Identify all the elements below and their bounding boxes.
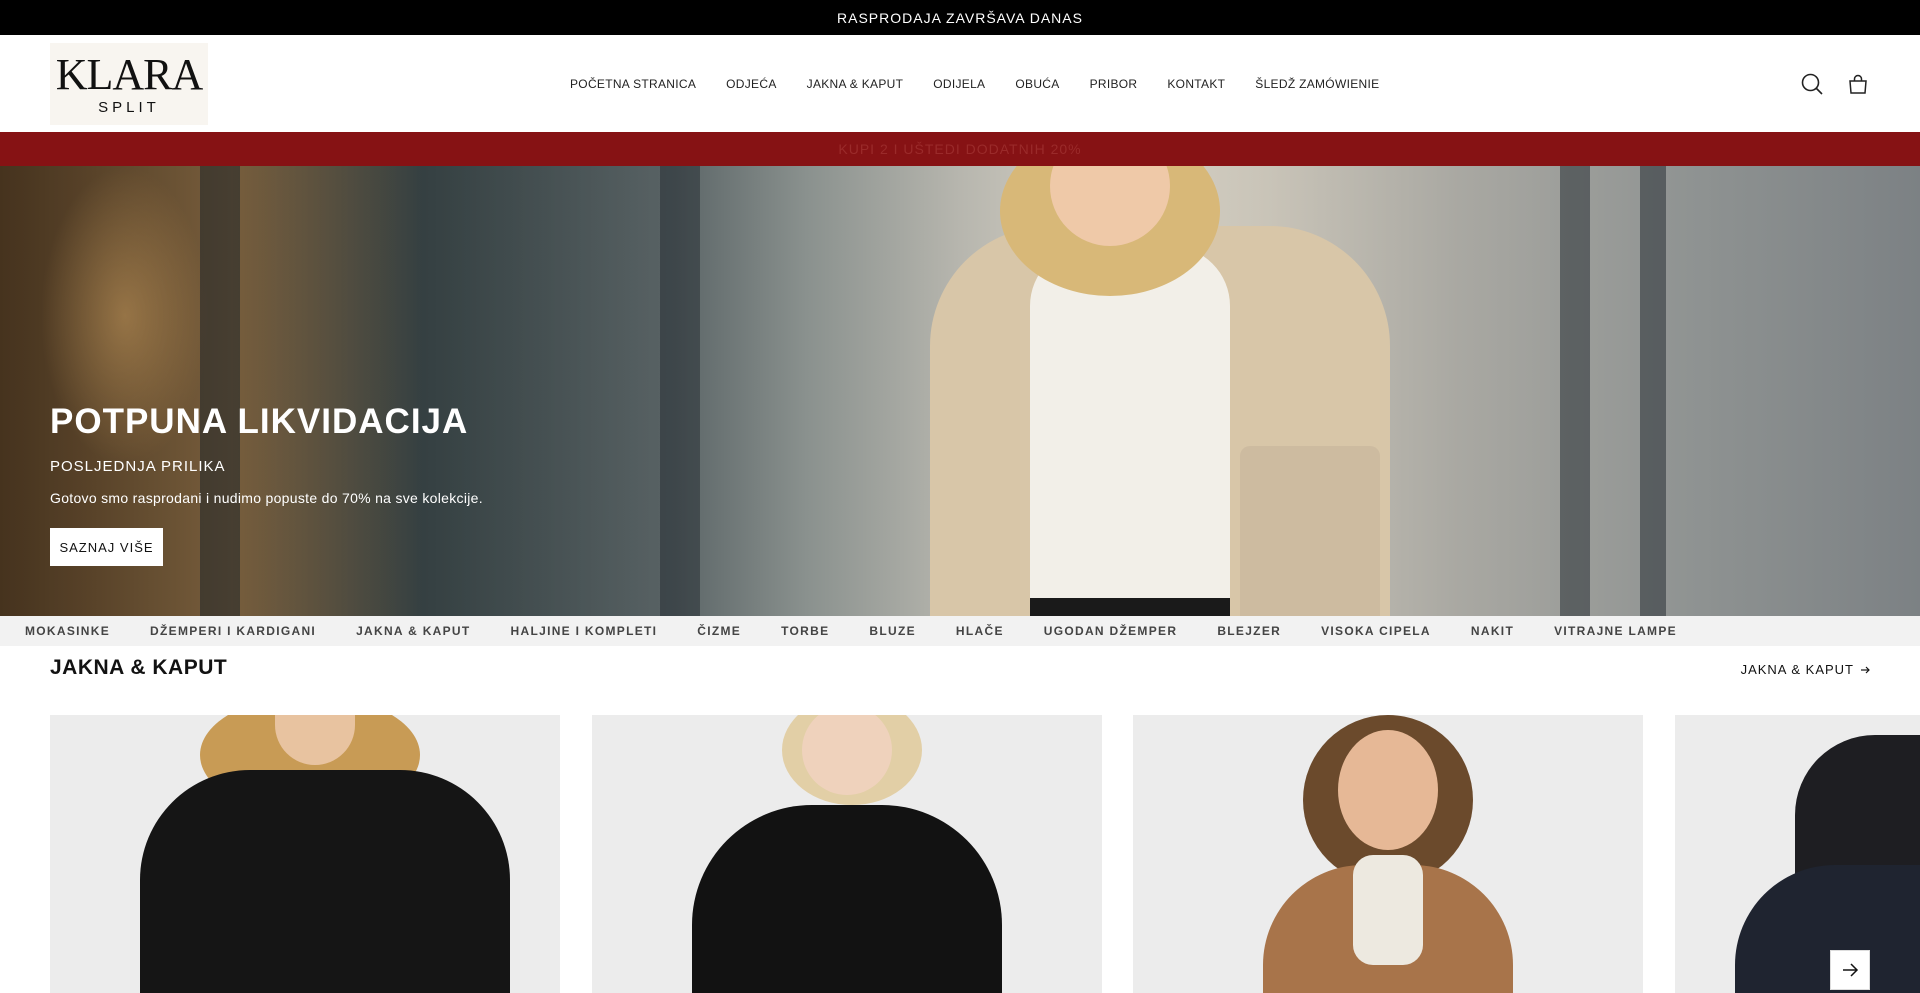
nav-item-shoes[interactable]: OBUĆA <box>1015 77 1059 91</box>
hero-subtitle: POSLJEDNJA PRILIKA <box>50 458 226 475</box>
view-collection-link[interactable]: JAKNA & KAPUT <box>1741 662 1870 677</box>
hero-model-belt <box>1030 598 1230 616</box>
hero-banner: POTPUNA LIKVIDACIJA POSLJEDNJA PRILIKA G… <box>0 166 1920 616</box>
hero-description: Gotovo smo rasprodani i nudimo popuste d… <box>50 490 483 506</box>
category-link[interactable]: TORBE <box>781 624 829 638</box>
category-link[interactable]: VISOKA CIPELA <box>1321 624 1431 638</box>
hero-pillar <box>1560 166 1590 616</box>
site-header: KLARA SPLIT POČETNA STRANICA ODJEĆA JAKN… <box>0 35 1920 132</box>
announcement-bar: RASPRODAJA ZAVRŠAVA DANAS <box>0 0 1920 35</box>
search-icon[interactable] <box>1798 70 1826 98</box>
category-link[interactable]: NAKIT <box>1471 624 1514 638</box>
product-card[interactable] <box>1675 715 1920 993</box>
hero-pillar <box>1640 166 1666 616</box>
product-image-black-coat <box>692 805 1002 993</box>
hero-model-shirt <box>1030 246 1230 616</box>
product-image-navy-coat <box>1735 865 1920 993</box>
promo-bar: KUPI 2 I UŠTEDI DODATNIH 20% <box>0 132 1920 166</box>
logo-main-text: KLARA <box>55 49 204 99</box>
category-link[interactable]: ČIZME <box>697 624 741 638</box>
section-title: JAKNA & KAPUT <box>50 656 228 679</box>
category-strip: MOKASINKE DŽEMPERI I KARDIGANI JAKNA & K… <box>0 616 1920 646</box>
category-link[interactable]: MOKASINKE <box>25 624 110 638</box>
category-link[interactable]: BLUZE <box>869 624 916 638</box>
nav-item-home[interactable]: POČETNA STRANICA <box>570 77 696 91</box>
learn-more-button[interactable]: SAZNAJ VIŠE <box>50 528 163 566</box>
category-link[interactable]: BLEJZER <box>1217 624 1281 638</box>
category-link[interactable]: HLAČE <box>956 624 1004 638</box>
product-card[interactable] <box>1133 715 1643 993</box>
category-link[interactable]: DŽEMPERI I KARDIGANI <box>150 624 316 638</box>
nav-item-track-order[interactable]: ŠLEDŽ ZAMÓWIENIE <box>1255 77 1379 91</box>
category-link[interactable]: VITRAJNE LAMPE <box>1554 624 1677 638</box>
arrow-right-icon <box>1843 963 1859 977</box>
product-card[interactable] <box>592 715 1102 993</box>
category-link[interactable]: JAKNA & KAPUT <box>356 624 470 638</box>
view-collection-label: JAKNA & KAPUT <box>1740 662 1854 677</box>
nav-item-accessories[interactable]: PRIBOR <box>1090 77 1138 91</box>
hero-title: POTPUNA LIKVIDACIJA <box>50 402 469 441</box>
nav-item-suits[interactable]: ODIJELA <box>933 77 985 91</box>
product-image-face <box>1338 730 1438 850</box>
nav-item-contact[interactable]: KONTAKT <box>1167 77 1225 91</box>
carousel-next-button[interactable] <box>1830 950 1870 990</box>
nav-item-jackets-coats[interactable]: JAKNA & KAPUT <box>807 77 904 91</box>
category-link[interactable]: UGODAN DŽEMPER <box>1044 624 1178 638</box>
product-image-turtleneck <box>1353 855 1423 965</box>
logo[interactable]: KLARA SPLIT <box>50 43 208 125</box>
main-nav: POČETNA STRANICA ODJEĆA JAKNA & KAPUT OD… <box>570 35 1409 132</box>
promo-text: KUPI 2 I UŠTEDI DODATNIH 20% <box>838 141 1082 157</box>
logo-sub-text: SPLIT <box>98 98 160 116</box>
arrow-right-icon <box>1861 666 1870 673</box>
announcement-text: RASPRODAJA ZAVRŠAVA DANAS <box>837 9 1083 26</box>
hero-model-bag <box>1240 446 1380 616</box>
product-image-puffer-jacket <box>140 770 510 993</box>
category-link[interactable]: HALJINE I KOMPLETI <box>511 624 658 638</box>
cart-icon[interactable] <box>1844 70 1872 98</box>
product-card[interactable] <box>50 715 560 993</box>
nav-item-clothing[interactable]: ODJEĆA <box>726 77 776 91</box>
